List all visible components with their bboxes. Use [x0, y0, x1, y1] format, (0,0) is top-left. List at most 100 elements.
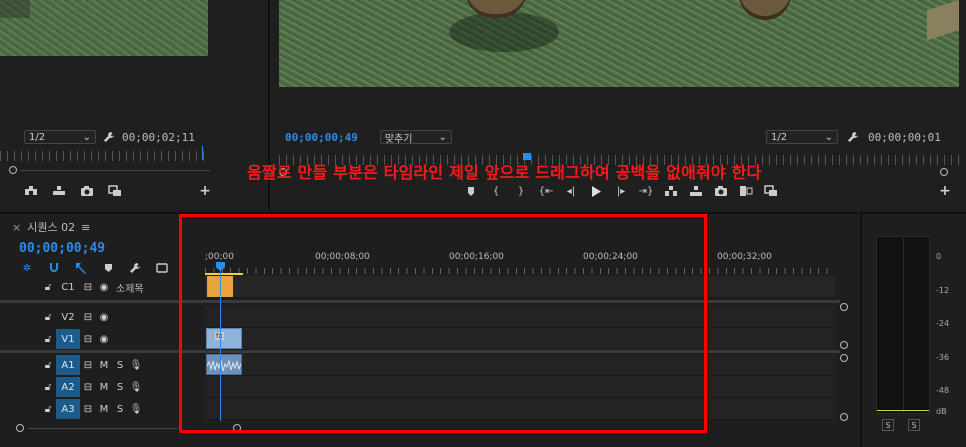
sync-lock-icon[interactable]: ⊟ — [80, 404, 96, 415]
video-scroll-handle-bottom[interactable] — [840, 341, 848, 349]
track-name-v2[interactable]: V2 — [56, 307, 80, 327]
camera-icon[interactable] — [714, 184, 728, 198]
solo-button[interactable]: S — [112, 382, 128, 393]
program-duration-timecode[interactable]: 00;00;00;01 — [868, 131, 941, 144]
lock-icon[interactable]: 🔓︎ — [40, 282, 56, 293]
source-timecode[interactable]: 00;00;02;11 — [122, 131, 195, 144]
sync-lock-icon[interactable]: ⊟ — [80, 282, 96, 293]
play-icon[interactable] — [589, 184, 603, 198]
sequence-tab-label[interactable]: 시퀀스 02 — [27, 219, 75, 235]
captions-icon[interactable] — [155, 261, 169, 275]
panel-menu-icon[interactable]: ≡ — [81, 221, 90, 234]
program-zoom-handle-right[interactable] — [940, 168, 948, 176]
solo-button[interactable]: S — [112, 360, 128, 371]
source-resolution-value: 1/2 — [29, 131, 46, 143]
extract-icon[interactable] — [689, 184, 703, 198]
eye-icon[interactable]: ◉ — [96, 282, 112, 293]
sync-lock-icon[interactable]: ⊟ — [80, 360, 96, 371]
lock-icon[interactable]: 🔓︎ — [40, 382, 56, 393]
meter-scale-tick: -12 — [936, 285, 950, 295]
source-zoom-track[interactable] — [20, 170, 210, 171]
meter-scale-unit: dB — [936, 407, 947, 416]
comparison-view-icon[interactable] — [739, 184, 753, 198]
microphone-icon[interactable]: 🎙︎ — [128, 404, 144, 415]
add-button-icon[interactable]: + — [198, 183, 212, 199]
insert-icon[interactable] — [24, 184, 38, 198]
source-zoom-handle[interactable] — [9, 166, 17, 174]
close-tab-icon[interactable]: × — [12, 221, 21, 234]
caption-track-label: 소제목 — [116, 283, 144, 295]
meter-scale-tick: -24 — [936, 319, 950, 329]
sync-lock-icon[interactable]: ⊟ — [80, 382, 96, 393]
track-name-v1[interactable]: V1 — [56, 329, 80, 349]
audio-scroll-handle-bottom[interactable] — [840, 413, 848, 421]
microphone-icon[interactable]: 🎙︎ — [128, 360, 144, 371]
eye-icon[interactable]: ◉ — [96, 334, 112, 345]
mark-in-icon[interactable]: { — [489, 184, 503, 198]
lock-icon[interactable]: 🔓︎ — [40, 360, 56, 371]
source-mini-ruler[interactable] — [0, 151, 205, 161]
step-back-icon[interactable]: ◂| — [564, 184, 578, 198]
meter-scale: 0 -12 -24 -36 -48 — [936, 240, 949, 408]
chevron-down-icon: ⌄ — [438, 131, 447, 143]
sync-lock-icon[interactable]: ⊟ — [80, 334, 96, 345]
go-to-out-icon[interactable]: ⇥} — [639, 184, 654, 198]
mute-button[interactable]: M — [96, 382, 112, 393]
meter-solo-button-right[interactable]: S — [908, 419, 920, 431]
video-scroll-handle[interactable] — [840, 303, 848, 311]
sync-lock-icon[interactable]: ⊟ — [80, 312, 96, 323]
go-to-in-icon[interactable]: {⇤ — [539, 184, 554, 198]
turtle-shadow — [449, 12, 559, 52]
program-playhead-timecode[interactable]: 00;00;00;49 — [285, 131, 358, 144]
solo-button[interactable]: S — [112, 404, 128, 415]
mute-button[interactable]: M — [96, 404, 112, 415]
microphone-icon[interactable]: 🎙︎ — [128, 382, 144, 393]
marker-icon[interactable] — [464, 184, 478, 198]
mute-button[interactable]: M — [96, 360, 112, 371]
snap-magnet-icon[interactable] — [47, 261, 61, 275]
program-video-frame — [279, 0, 959, 87]
wooden-board — [927, 0, 959, 41]
fit-value: 맞추기 — [384, 133, 413, 145]
meter-scale-tick: 0 — [936, 252, 942, 261]
wrench-icon[interactable] — [102, 130, 116, 144]
audio-scroll-handle[interactable] — [840, 354, 848, 362]
chevron-down-icon: ⌄ — [824, 131, 833, 143]
button-editor-icon[interactable] — [764, 184, 778, 198]
timeline-zoom-handle-left[interactable] — [16, 424, 24, 432]
add-button-icon[interactable]: + — [938, 183, 952, 199]
fit-dropdown[interactable]: 맞추기 ⌄ — [379, 130, 452, 145]
program-resolution-value: 1/2 — [771, 131, 788, 143]
timeline-zoom-track[interactable] — [28, 428, 178, 429]
overwrite-icon[interactable] — [52, 184, 66, 198]
meter-scale-tick: -36 — [936, 352, 950, 362]
lock-icon[interactable]: 🔓︎ — [40, 334, 56, 345]
linked-selection-icon[interactable] — [74, 261, 88, 275]
meter-scale-tick: -48 — [936, 386, 950, 396]
wrench-icon[interactable] — [128, 261, 142, 275]
add-marker-icon[interactable] — [101, 261, 115, 275]
mark-out-icon[interactable]: } — [514, 184, 528, 198]
wrench-icon[interactable] — [846, 130, 860, 144]
nest-sequence-icon[interactable]: ✲ — [20, 261, 34, 275]
track-name-a2[interactable]: A2 — [56, 377, 80, 397]
audio-meter-bars — [876, 236, 930, 414]
camera-icon[interactable] — [80, 184, 94, 198]
meter-solo-button-left[interactable]: S — [882, 419, 894, 431]
source-playhead[interactable] — [202, 146, 203, 160]
lock-icon[interactable]: 🔓︎ — [40, 404, 56, 415]
timeline-current-time[interactable]: 00;00;00;49 — [19, 241, 105, 256]
lock-icon[interactable]: 🔓︎ — [40, 312, 56, 323]
eye-icon[interactable]: ◉ — [96, 312, 112, 323]
track-name-a3[interactable]: A3 — [56, 399, 80, 419]
lift-icon[interactable] — [664, 184, 678, 198]
program-resolution-dropdown[interactable]: 1/2 ⌄ — [766, 130, 838, 144]
source-resolution-dropdown[interactable]: 1/2 ⌄ — [24, 130, 96, 144]
audio-meters-panel: 0 -12 -24 -36 -48 dB S S — [860, 212, 966, 447]
meter-level-indicator — [877, 410, 929, 411]
track-name-c1[interactable]: C1 — [56, 277, 80, 297]
button-editor-icon[interactable] — [108, 184, 122, 198]
step-forward-icon[interactable]: |▸ — [614, 184, 628, 198]
premiere-workspace: 1/2 ⌄ 00;00;02;11 + 00;00;00;49 맞추기 ⌄ 1/… — [0, 0, 966, 447]
track-name-a1[interactable]: A1 — [56, 355, 80, 375]
